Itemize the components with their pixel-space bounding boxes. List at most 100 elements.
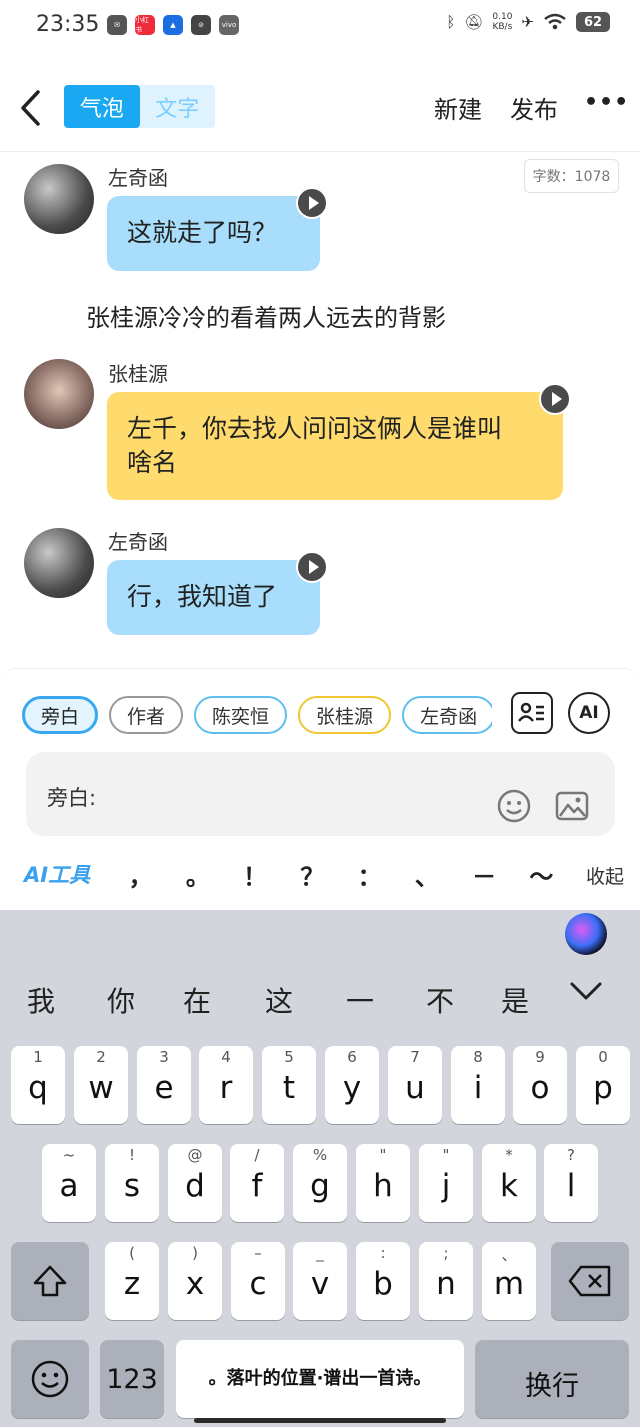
candidate-word[interactable]: 在 [183, 980, 211, 1020]
new-button[interactable]: 新建 [434, 90, 482, 125]
top-bar: 气泡 文字 新建 发布 ••• [0, 52, 640, 152]
key-label: r [219, 1070, 233, 1106]
chat-bubble[interactable]: 这就走了吗？ [107, 196, 320, 271]
back-chevron-icon[interactable] [18, 88, 48, 128]
speaker-name: 左奇函 [108, 530, 168, 554]
key-c[interactable]: – c [231, 1242, 285, 1320]
airplane-icon: ✈ [521, 13, 534, 31]
contacts-card-icon[interactable] [511, 692, 553, 734]
key-a[interactable]: ~ a [42, 1144, 96, 1222]
expand-candidates-chevron-icon[interactable] [568, 972, 604, 1008]
chat-bubble[interactable]: 行，我知道了 [107, 560, 320, 635]
punct-dash[interactable]: － [472, 857, 496, 892]
candidate-word[interactable]: 你 [107, 980, 135, 1020]
punct-colon[interactable]: ： [358, 857, 382, 892]
image-icon[interactable] [554, 788, 590, 824]
key-u[interactable]: 7u [388, 1046, 442, 1124]
key-h[interactable]: " h [356, 1144, 410, 1222]
speaker-name: 左奇函 [108, 166, 168, 190]
collapse-button[interactable]: 收起 [586, 862, 624, 889]
role-chip-zhang[interactable]: 张桂源 [298, 696, 392, 734]
key-secondary-label: 1 [33, 1048, 43, 1066]
emoji-icon[interactable] [496, 788, 532, 824]
punct-tilde[interactable]: ～ [529, 857, 553, 892]
play-voice-icon[interactable] [296, 551, 328, 583]
punct-comma[interactable]: ， [129, 857, 153, 892]
key-x[interactable]: ) x [168, 1242, 222, 1320]
key-o[interactable]: 9o [513, 1046, 567, 1124]
key-n[interactable]: ; n [419, 1242, 473, 1320]
key-g[interactable]: % g [293, 1144, 347, 1222]
enter-key[interactable]: 换行 [475, 1340, 629, 1418]
chat-bubble[interactable]: 左千，你去找人问问这俩人是谁叫 啥名 [107, 392, 563, 500]
key-q[interactable]: 1q [11, 1046, 65, 1124]
bubble-text: 行，我知道了 [127, 582, 278, 611]
key-f[interactable]: / f [230, 1144, 284, 1222]
candidate-word[interactable]: 不 [426, 980, 454, 1020]
tab-bubble[interactable]: 气泡 [64, 85, 140, 128]
key-e[interactable]: 3e [137, 1046, 191, 1124]
key-s[interactable]: ! s [105, 1144, 159, 1222]
role-chip-author[interactable]: 作者 [109, 696, 184, 734]
key-label: f [251, 1168, 263, 1204]
key-y[interactable]: 6y [325, 1046, 379, 1124]
punct-period[interactable]: 。 [186, 857, 210, 892]
ai-tools-button[interactable]: AI工具 [24, 859, 90, 889]
emoji-key[interactable] [11, 1340, 89, 1418]
play-voice-icon[interactable] [539, 383, 571, 415]
message-input[interactable]: 旁白: [26, 752, 615, 836]
numbers-key[interactable]: 123 [100, 1340, 164, 1418]
key-r[interactable]: 4r [199, 1046, 253, 1124]
key-secondary-label: 3 [159, 1048, 169, 1066]
backspace-key[interactable] [551, 1242, 629, 1320]
key-d[interactable]: @ d [168, 1144, 222, 1222]
key-j[interactable]: " j [419, 1144, 473, 1222]
publish-button[interactable]: 发布 [510, 90, 558, 125]
key-z[interactable]: (z [105, 1242, 159, 1320]
key-secondary-label: % [312, 1146, 328, 1164]
numbers-key-label: 123 [106, 1364, 158, 1395]
key-m[interactable]: 、 m [482, 1242, 536, 1320]
more-options-icon[interactable]: ••• [584, 90, 629, 115]
key-w[interactable]: 2w [74, 1046, 128, 1124]
key-label: v [310, 1266, 330, 1302]
avatar[interactable] [24, 164, 94, 234]
key-v[interactable]: _ v [293, 1242, 347, 1320]
feishu-app-icon: ▲ [163, 15, 183, 35]
role-chip-chen[interactable]: 陈奕恒 [194, 696, 288, 734]
punct-exclaim[interactable]: ！ [243, 857, 267, 892]
tab-text[interactable]: 文字 [140, 85, 216, 128]
siri-icon[interactable] [565, 913, 607, 955]
candidate-word[interactable]: 这 [265, 980, 293, 1020]
role-chip-narrator[interactable]: 旁白 [22, 696, 99, 734]
punct-dunhao[interactable]: 、 [415, 857, 439, 892]
key-label: c [249, 1266, 267, 1302]
candidate-word[interactable]: 是 [501, 980, 529, 1020]
ai-button[interactable]: AI [568, 692, 610, 734]
shift-key[interactable] [11, 1242, 89, 1320]
key-l[interactable]: ? l [544, 1144, 598, 1222]
space-key[interactable]: 。落叶的位置·谱出一首诗。 [176, 1340, 464, 1418]
key-k[interactable]: * k [482, 1144, 536, 1222]
shift-arrow-icon [33, 1265, 67, 1297]
key-label: t [282, 1070, 296, 1106]
key-b[interactable]: :b [356, 1242, 410, 1320]
narration-text[interactable]: 张桂源冷冷的看着两人远去的背影 [86, 298, 446, 333]
role-chip-row: 旁白 作者 陈奕恒 张桂源 左奇函 [22, 696, 492, 734]
candidate-word[interactable]: 一 [346, 980, 374, 1020]
key-label: e [154, 1070, 174, 1106]
key-secondary-label: ? [567, 1146, 575, 1164]
avatar[interactable] [24, 359, 94, 429]
key-t[interactable]: 5t [262, 1046, 316, 1124]
key-i[interactable]: 8i [451, 1046, 505, 1124]
avatar[interactable] [24, 528, 94, 598]
key-p[interactable]: 0p [576, 1046, 630, 1124]
speaker-name: 张桂源 [108, 362, 168, 386]
key-secondary-label: " [379, 1146, 387, 1164]
play-voice-icon[interactable] [296, 187, 328, 219]
candidate-word[interactable]: 我 [27, 980, 55, 1020]
wifi-icon [544, 13, 566, 30]
role-chip-zuo[interactable]: 左奇函 [402, 696, 492, 734]
key-secondary-label: ~ [62, 1146, 76, 1164]
punct-question[interactable]: ？ [300, 857, 324, 892]
